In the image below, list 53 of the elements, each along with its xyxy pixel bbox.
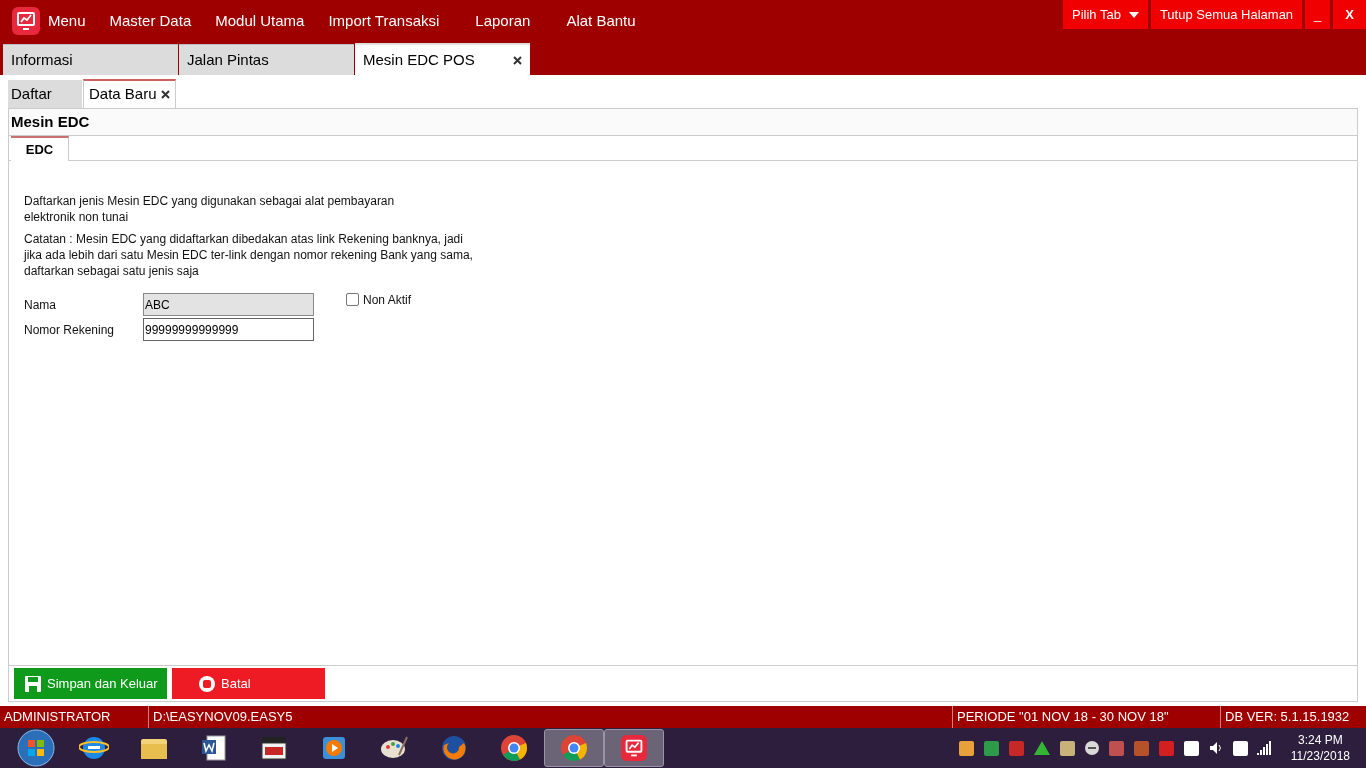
tab-label: Data Baru	[89, 84, 157, 105]
status-text: ADMINISTRATOR	[3, 708, 112, 727]
document-w-icon	[199, 733, 229, 763]
text-field[interactable]: 99999999999999	[143, 318, 314, 341]
checkbox[interactable]	[346, 293, 359, 306]
clock-date: 11/23/2018	[1290, 748, 1350, 764]
menu-item[interactable]: Master Data	[109, 9, 192, 33]
signal-icon[interactable]	[1256, 741, 1273, 755]
toolbar-button[interactable]: _	[1305, 0, 1331, 29]
menu-item[interactable]: Laporan	[475, 9, 531, 33]
close-icon[interactable]	[160, 90, 170, 99]
toolbar-button[interactable]: Tutup Semua Halaman	[1150, 0, 1303, 29]
tray-app-icon[interactable]	[1058, 739, 1076, 757]
menu-item[interactable]: Modul Utama	[215, 9, 305, 33]
description-text: Daftarkan jenis Mesin EDC yang digunakan sebagai alat pembayaran elektronik non tunai	[24, 193, 396, 225]
speaker-icon[interactable]	[1207, 740, 1224, 756]
app-logo-icon	[621, 735, 647, 761]
tray-app-icon[interactable]	[1107, 739, 1125, 757]
start-orb-icon	[17, 729, 55, 767]
panel-title: Mesin EDC	[9, 109, 1357, 136]
stop-hand-icon	[198, 674, 216, 693]
page-tab[interactable]: Jalan Pintas	[179, 44, 354, 75]
chrome-icon	[499, 733, 529, 763]
menu-item[interactable]: Import Transaksi	[328, 9, 440, 33]
close-icon[interactable]	[513, 55, 522, 65]
chrome-icon	[559, 733, 589, 763]
page-tab[interactable]: Informasi	[3, 44, 178, 75]
clock[interactable]: 3:24 PM 11/23/2018	[1290, 732, 1350, 764]
tab-label: Mesin EDC POS	[363, 49, 475, 70]
tab-label: Informasi	[11, 49, 73, 70]
caret-icon	[1128, 11, 1139, 18]
note-text: Catatan : Mesin EDC yang didaftarkan dibedakan atas link Rekening banknya, jadi jika ada lebih dari satu Mesin EDC ter-link dengan nomor rekening Bank yang sama, daftarkan sebagai satu jenis saja	[24, 231, 474, 279]
field-label: Nama	[24, 296, 57, 314]
page-tab[interactable]: Mesin EDC POS	[355, 43, 530, 75]
cancel-button[interactable]: Batal	[172, 668, 325, 699]
field-label: Nomor Rekening	[24, 321, 116, 339]
pick-tab-button[interactable]: Pilih Tab	[1063, 0, 1148, 29]
sub-tab[interactable]: Data Baru	[83, 79, 176, 108]
clock-time: 3:24 PM	[1298, 732, 1343, 748]
sub-tab[interactable]: Daftar	[8, 80, 82, 108]
form-tab[interactable]: EDC	[11, 136, 69, 161]
menu-item[interactable]: Menu	[48, 9, 86, 33]
tray-app-icon[interactable]	[1132, 739, 1150, 757]
tab-label: Jalan Pintas	[187, 49, 269, 70]
app-logo-icon	[12, 7, 40, 35]
fox-globe-icon	[439, 733, 469, 763]
tray-app-icon[interactable]	[957, 739, 975, 757]
menu-item[interactable]: Alat Bantu	[566, 9, 636, 33]
tab-label: Daftar	[11, 83, 52, 104]
save-button[interactable]: Simpan dan Keluar	[14, 668, 167, 699]
checkbox-label: Non Aktif	[363, 292, 412, 309]
toolbar-button[interactable]: X	[1333, 0, 1366, 29]
triangle-icon[interactable]	[1032, 740, 1051, 756]
